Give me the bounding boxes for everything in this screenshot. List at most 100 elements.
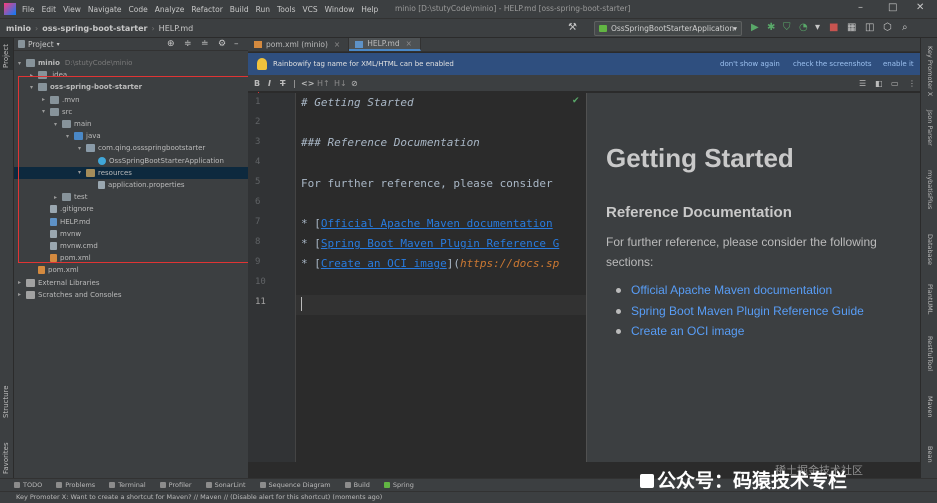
menu-edit[interactable]: Edit [42,5,57,14]
menu-bar: File Edit View Navigate Code Analyze Ref… [0,0,937,18]
preview-link-oci-image[interactable]: Create an OCI image [631,324,744,338]
key-promoter-tool-tab[interactable]: Key Promoter X [926,46,934,96]
collapse-all-icon[interactable]: ≐ [201,39,209,49]
run-icon[interactable]: ▶ [751,22,759,34]
chevron-down-icon[interactable]: ▾ [57,41,60,48]
build-tool-button[interactable]: Build [344,481,370,489]
favorites-tool-tab[interactable]: Favorites [2,442,10,474]
menu-tools[interactable]: Tools [277,5,295,14]
todo-tool-button[interactable]: TODO [14,481,42,489]
text-caret [301,297,302,311]
project-structure-icon[interactable]: ▦ [847,22,856,34]
menu-window[interactable]: Window [325,5,355,14]
more-run-icon[interactable]: ▾ [815,22,820,34]
heading2-icon[interactable]: H↓ [334,79,347,88]
preview-only-icon[interactable]: ▭ [891,79,899,88]
code-line-8: * [Spring Boot Maven Plugin Reference G [301,237,560,250]
tree-item[interactable]: pom.xml [14,264,248,276]
ide-update-icon[interactable]: ⬡ [883,22,892,34]
profiler-icon [159,482,166,488]
tree-item-label: minio [38,59,60,67]
link-icon[interactable]: ⊘ [351,79,358,88]
breadcrumb-file[interactable]: HELP.md [159,24,194,33]
dont-show-again-link[interactable]: don't show again [720,60,780,68]
run-configuration-select[interactable]: OssSpringBootStarterApplication ▾ [594,21,742,36]
close-tab-icon[interactable]: × [334,40,340,49]
preview-heading-1: Getting Started [606,143,794,173]
spring-tool-button[interactable]: Spring [383,481,414,489]
maven-tool-tab[interactable]: Maven [926,396,934,418]
search-icon[interactable]: ⌕ [902,22,908,34]
menu-navigate[interactable]: Navigate [88,5,122,14]
terminal-tool-button[interactable]: Terminal [109,481,146,489]
project-view-selector[interactable]: Project [28,40,54,49]
line-number: 5 [255,177,261,187]
menu-refactor[interactable]: Refactor [191,5,222,14]
annotation-highlight-box [18,76,259,263]
markdown-editor[interactable]: ✔ # Getting Started ### Reference Docume… [296,93,586,462]
maximize-icon[interactable]: □ [888,2,897,13]
check-screenshots-link[interactable]: check the screenshots [793,60,871,68]
sequence-diagram-tool-button[interactable]: Sequence Diagram [259,481,331,489]
menu-code[interactable]: Code [129,5,148,14]
menu-view[interactable]: View [63,5,81,14]
menu-file[interactable]: File [22,5,35,14]
line-number: 8 [255,237,261,247]
split-view-icon[interactable]: ◧ [875,79,883,88]
restful-tool-tab[interactable]: RestfulTool [926,336,934,371]
editor-only-icon[interactable]: ☰ [859,79,866,88]
tab-pom-xml[interactable]: pom.xml (minio) × [248,38,350,51]
debug-icon[interactable]: ✱ [767,22,775,34]
structure-tool-tab[interactable]: Structure [2,385,10,418]
build-icon [344,482,351,488]
close-tab-icon[interactable]: × [406,39,412,48]
tab-help-md[interactable]: HELP.md × [349,38,421,51]
preview-link-plugin-guide[interactable]: Spring Boot Maven Plugin Reference Guide [631,304,864,318]
sdk-icon[interactable]: ◫ [865,22,874,34]
close-icon[interactable]: ✕ [916,2,924,13]
breadcrumb-minio[interactable]: minio [6,24,31,33]
heading1-icon[interactable]: H↑ [317,79,330,88]
profile-icon[interactable]: ◔ [799,22,808,34]
project-tool-tab[interactable]: Project [0,38,13,70]
italic-icon[interactable]: I [268,79,271,88]
json-parser-tool-tab[interactable]: Json Parser [926,110,934,146]
gear-icon[interactable]: ⚙ [218,39,226,49]
build-hammer-icon[interactable]: ⚒ [568,22,577,34]
profiler-tool-button[interactable]: Profiler [159,481,192,489]
breadcrumb-module[interactable]: oss-spring-boot-starter [42,24,147,33]
mybatis-plus-tool-tab[interactable]: mybatisPlus [926,170,934,209]
hide-panel-icon[interactable]: – [234,39,239,49]
plantuml-tool-tab[interactable]: PlantUML [926,284,934,314]
menu-help[interactable]: Help [361,5,378,14]
coverage-icon[interactable]: ⛉ [783,22,791,34]
more-options-icon[interactable]: ⋮ [908,79,916,88]
tree-item[interactable]: ▾ minio D:\stutyCode\minio [14,57,248,69]
stop-icon[interactable]: ■ [829,22,838,34]
tree-item[interactable]: ▸ Scratches and Consoles [14,289,248,301]
menu-build[interactable]: Build [230,5,249,14]
chevron-down-icon[interactable]: ▾ [18,60,26,67]
expand-all-icon[interactable]: ≑ [184,39,192,49]
bold-icon[interactable]: B [254,79,260,88]
enable-it-link[interactable]: enable it [883,60,914,68]
preview-link-maven-docs[interactable]: Official Apache Maven documentation [631,283,832,297]
minimize-icon[interactable]: – [858,2,863,13]
line-number: 4 [255,157,261,167]
tree-item[interactable]: ▸ External Libraries [14,277,248,289]
menu-run[interactable]: Run [256,5,270,14]
locate-file-icon[interactable]: ⊕ [167,39,175,49]
status-message[interactable]: Key Promoter X: Want to create a shortcu… [16,493,382,501]
menu-analyze[interactable]: Analyze [155,5,185,14]
strikethrough-icon[interactable]: T [280,79,285,88]
sonarlint-tool-button[interactable]: SonarLint [205,481,246,489]
menu-vcs[interactable]: VCS [302,5,317,14]
chevron-down-icon: ▾ [733,24,737,33]
code-span-icon[interactable]: <> [301,79,314,88]
chevron-right-icon[interactable]: ▸ [18,291,26,298]
problems-tool-button[interactable]: Problems [56,481,95,489]
chevron-right-icon[interactable]: ▸ [18,279,26,286]
intellij-logo-icon [4,3,16,15]
database-tool-tab[interactable]: Database [926,234,934,265]
bean-tool-tab[interactable]: Bean [926,446,934,463]
